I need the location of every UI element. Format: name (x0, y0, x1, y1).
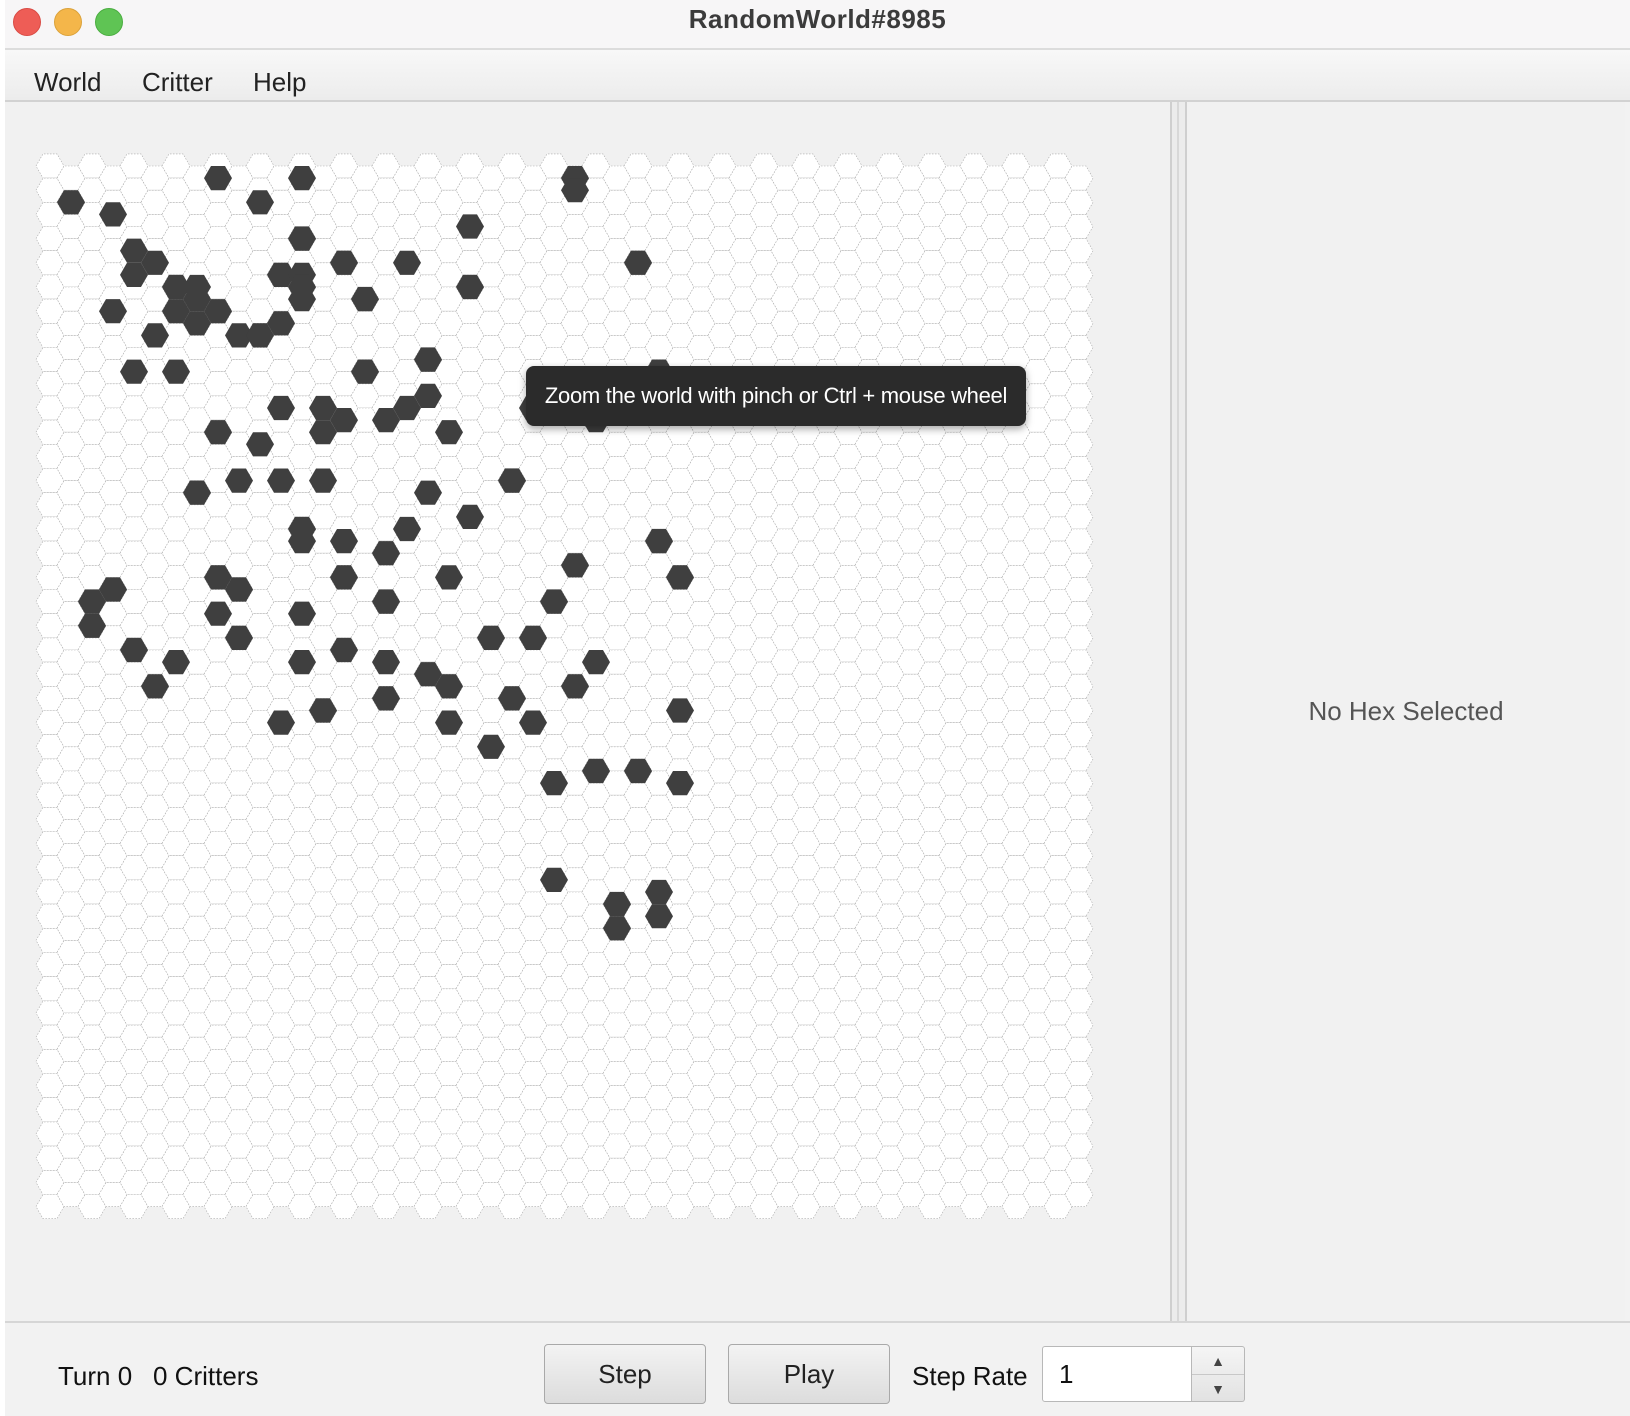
decrement-arrow-icon[interactable]: ▼ (1192, 1375, 1244, 1402)
critter-count: 0 Critters (153, 1361, 259, 1391)
menu-world[interactable]: World (34, 67, 101, 98)
increment-arrow-icon[interactable]: ▲ (1192, 1347, 1244, 1375)
turn-counter: Turn 0 (58, 1361, 133, 1391)
play-button[interactable]: Play (728, 1344, 890, 1404)
world-view[interactable]: Zoom the world with pinch or Ctrl + mous… (5, 102, 1175, 1321)
split-pane-divider[interactable] (1170, 102, 1187, 1321)
menu-help[interactable]: Help (253, 67, 306, 98)
no-hex-selected-label: No Hex Selected (1308, 696, 1504, 726)
control-bar: Turn 0 0 Critters Step Play Step Rate ▲ … (5, 1321, 1630, 1416)
title-bar: RandomWorld#8985 (5, 0, 1630, 50)
step-button[interactable]: Step (544, 1344, 706, 1404)
step-rate-label: Step Rate (912, 1361, 1028, 1391)
divider-grip (1177, 102, 1179, 1321)
step-rate-input[interactable] (1042, 1346, 1192, 1402)
window-title: RandomWorld#8985 (688, 4, 947, 34)
hex-info-panel: No Hex Selected (1187, 102, 1625, 1321)
zoom-tooltip: Zoom the world with pinch or Ctrl + mous… (526, 366, 1026, 426)
step-rate-spinner: ▲ ▼ (1192, 1346, 1245, 1402)
menu-bar: World Critter Help (5, 50, 1630, 102)
hex-grid[interactable] (5, 102, 1170, 1321)
menu-critter[interactable]: Critter (142, 67, 213, 98)
